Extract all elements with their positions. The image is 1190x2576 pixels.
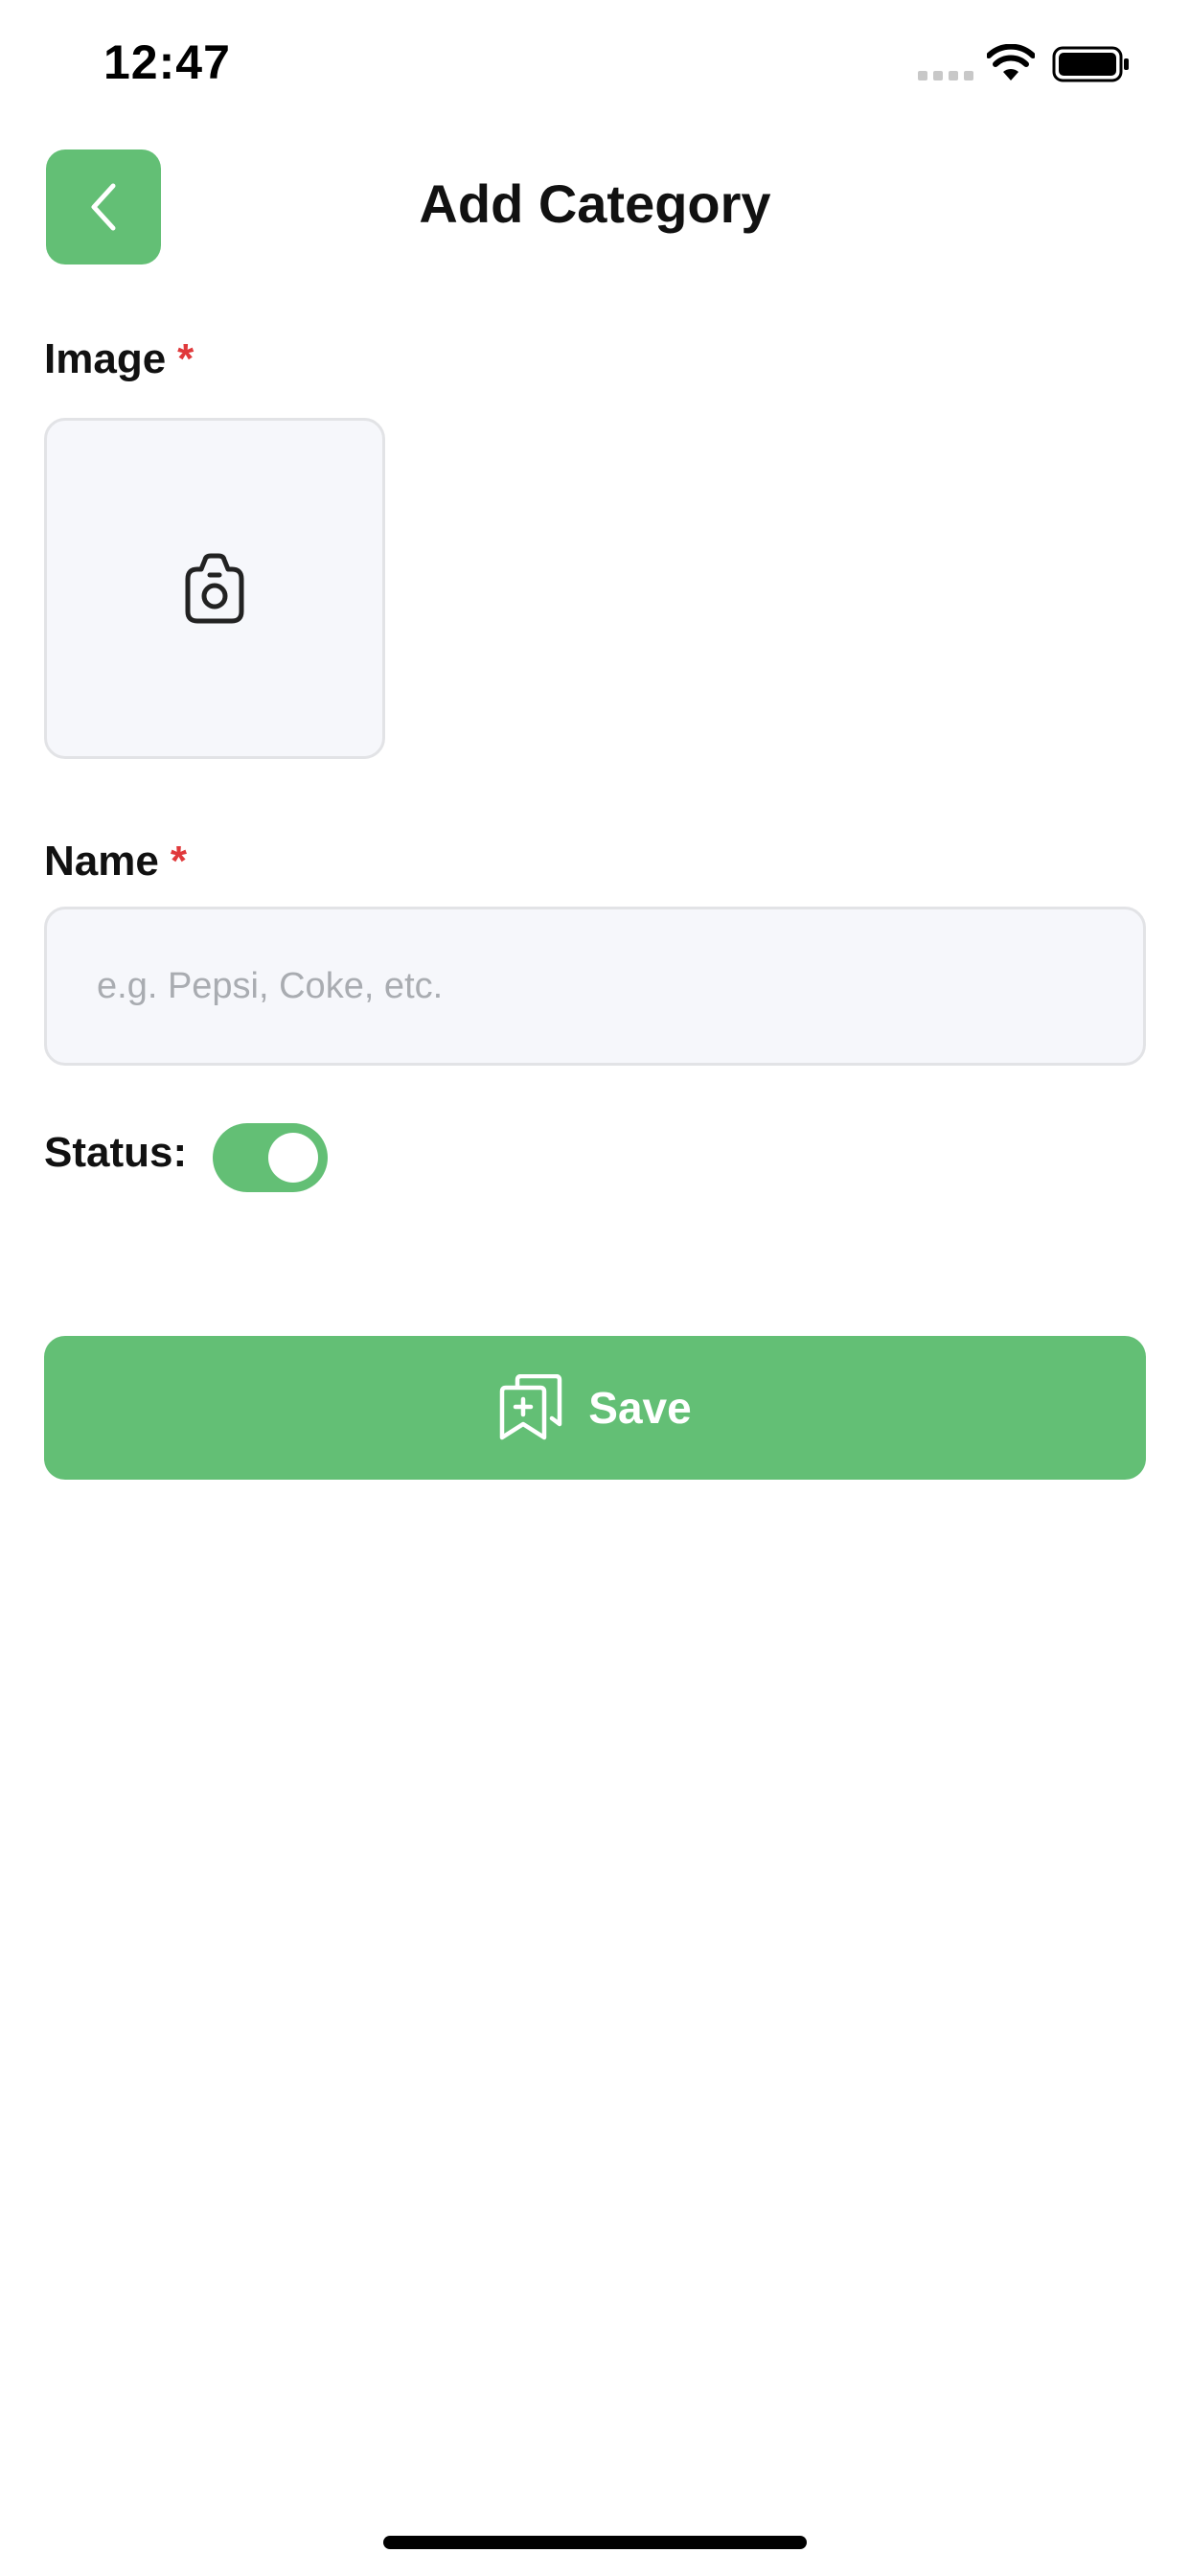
image-picker[interactable] (44, 418, 385, 759)
status-toggle[interactable] (213, 1123, 328, 1192)
save-bookmark-icon (500, 1374, 562, 1440)
required-star: * (177, 335, 195, 382)
name-label: Name * (44, 838, 187, 886)
image-label-text: Image (44, 335, 167, 382)
camera-icon (185, 553, 244, 624)
status-bar: 12:47 (0, 0, 1190, 126)
save-button[interactable]: Save (44, 1336, 1146, 1480)
home-indicator (383, 2536, 807, 2549)
name-label-text: Name (44, 838, 159, 885)
page-title: Add Category (419, 173, 771, 234)
required-star: * (170, 838, 187, 885)
status-time: 12:47 (103, 35, 231, 89)
wifi-icon (987, 44, 1035, 80)
status-label: Status: (44, 1129, 188, 1176)
name-input[interactable] (44, 907, 1146, 1066)
battery-icon (1052, 46, 1129, 82)
cellular-signal-icon (918, 71, 973, 80)
toggle-knob (268, 1133, 318, 1183)
image-label: Image * (44, 335, 194, 383)
save-label: Save (588, 1383, 692, 1433)
